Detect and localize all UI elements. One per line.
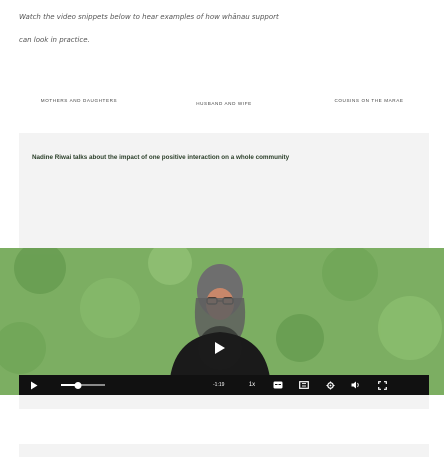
speed-label: 1x [248, 382, 256, 388]
card-footer [0, 395, 444, 444]
fullscreen-icon [377, 380, 387, 390]
play-icon [215, 342, 225, 354]
big-play-button[interactable] [198, 326, 242, 370]
play-toggle-button[interactable] [19, 375, 49, 395]
intro-line-2: can look in practice. [19, 36, 90, 44]
intro-line-1: Watch the video snippets below to hear e… [19, 13, 279, 21]
captions-button[interactable] [265, 375, 291, 395]
fullscreen-button[interactable] [369, 375, 395, 395]
play-icon [31, 381, 38, 389]
tab-cousins-on-the-marae[interactable]: COUSINS ON THE MARAE [309, 98, 429, 104]
tab-mothers-and-daughters[interactable]: MOTHERS AND DAUGHTERS [19, 98, 139, 104]
video-tabs: MOTHERS AND DAUGHTERS HUSBAND AND WIFE C… [19, 98, 429, 124]
progress-scrubber[interactable] [74, 381, 82, 389]
intro-text: Watch the video snippets below to hear e… [19, 12, 429, 46]
captions-icon [273, 381, 283, 389]
time-remaining: -1:19 [213, 382, 225, 388]
video-player[interactable]: -1:19 1x [0, 248, 444, 444]
progress-bar[interactable] [61, 381, 105, 389]
chapters-button[interactable] [291, 375, 317, 395]
right-controls: 1x [239, 375, 395, 395]
speed-button[interactable]: 1x [239, 375, 265, 395]
card-footer-pad [19, 395, 429, 409]
volume-button[interactable] [343, 375, 369, 395]
chapters-icon [299, 381, 309, 389]
settings-button[interactable] [317, 375, 343, 395]
gear-icon [325, 380, 335, 390]
tab-husband-and-wife[interactable]: HUSBAND AND WIFE [164, 98, 284, 107]
volume-icon [351, 381, 359, 389]
video-caption: Nadine Riwai talks about the impact of o… [32, 154, 290, 161]
player-controls: -1:19 1x [19, 375, 429, 395]
